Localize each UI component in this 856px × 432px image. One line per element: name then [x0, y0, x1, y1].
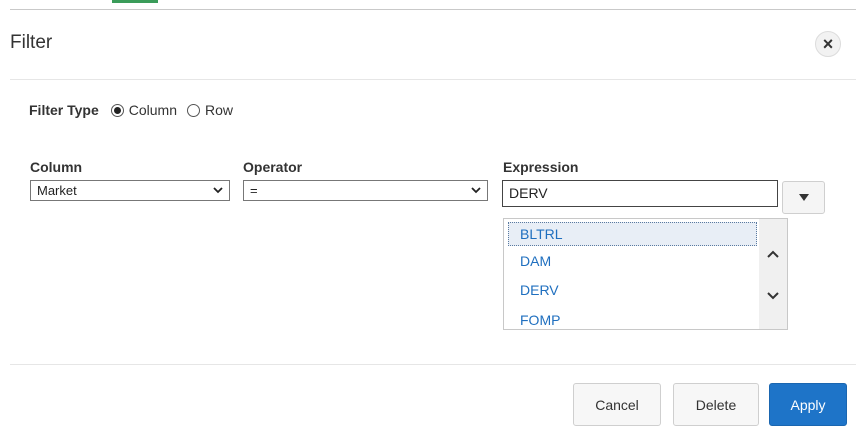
- chevron-down-icon: [213, 187, 223, 194]
- operator-select-value: =: [250, 183, 258, 198]
- expression-options-list[interactable]: BLTRL DAM DERV FOMP: [503, 218, 788, 330]
- column-label: Column: [30, 159, 83, 175]
- expression-input-value: DERV: [509, 185, 548, 201]
- radio-row[interactable]: Row: [187, 102, 233, 118]
- operator-select[interactable]: =: [243, 180, 488, 201]
- header-divider: [10, 79, 856, 80]
- expression-label: Expression: [503, 159, 579, 175]
- option-derv[interactable]: DERV: [520, 282, 559, 298]
- filter-type-group: Filter Type Column Row: [29, 102, 243, 118]
- option-dam[interactable]: DAM: [520, 253, 551, 269]
- close-button[interactable]: ×: [815, 31, 841, 57]
- footer-divider: [10, 364, 856, 365]
- radio-column[interactable]: Column: [110, 102, 178, 118]
- expression-dropdown-button[interactable]: [782, 181, 825, 214]
- operator-label: Operator: [243, 159, 303, 175]
- dialog-title: Filter: [10, 32, 53, 53]
- column-select-value: Market: [37, 183, 77, 198]
- dialog-top-border: [10, 9, 856, 10]
- radio-column-circle[interactable]: [110, 103, 124, 117]
- chevron-down-icon: [471, 187, 481, 194]
- radio-row-label: Row: [205, 102, 234, 118]
- radio-column-label: Column: [128, 102, 178, 118]
- cancel-button[interactable]: Cancel: [573, 383, 661, 426]
- chevron-up-icon[interactable]: [766, 247, 780, 261]
- list-scrollbar[interactable]: [759, 219, 787, 329]
- caret-down-icon: [798, 193, 809, 201]
- active-tab-indicator: [112, 0, 158, 3]
- filter-type-label: Filter Type: [29, 102, 99, 118]
- radio-row-circle[interactable]: [187, 103, 201, 117]
- chevron-down-icon[interactable]: [766, 289, 780, 303]
- close-icon: ×: [822, 33, 834, 54]
- column-select[interactable]: Market: [30, 180, 230, 201]
- delete-button[interactable]: Delete: [673, 383, 759, 426]
- option-bltrl[interactable]: BLTRL: [508, 222, 757, 246]
- apply-button[interactable]: Apply: [769, 383, 847, 426]
- option-fomp[interactable]: FOMP: [520, 312, 560, 328]
- expression-input[interactable]: DERV: [502, 180, 778, 207]
